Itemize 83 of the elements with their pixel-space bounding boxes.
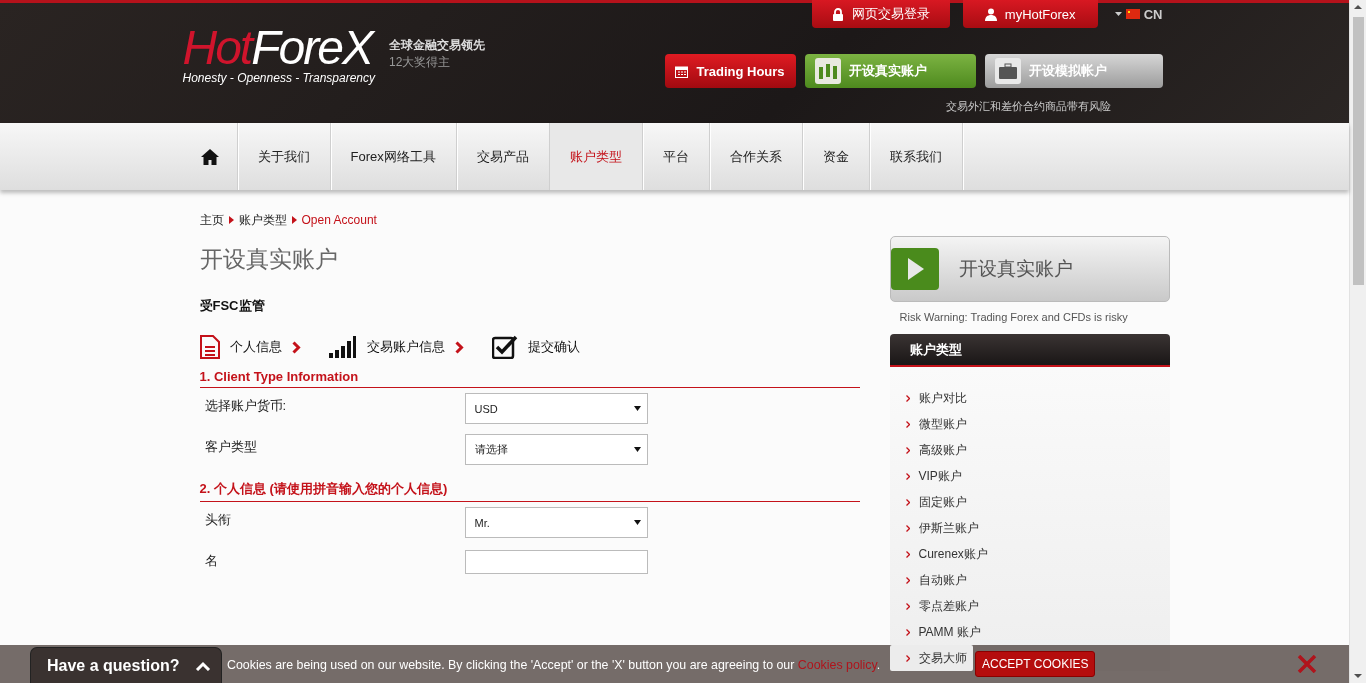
scrollbar-thumb[interactable] (1352, 17, 1364, 285)
field-label: 选择账户货币: (203, 396, 288, 415)
step-label: 提交确认 (527, 338, 580, 356)
field-label: 客户类型 (203, 437, 258, 456)
select-field[interactable]: USD (464, 393, 648, 424)
chevron-icon (905, 550, 910, 558)
nav-tab[interactable]: Forex网络工具 (330, 123, 457, 190)
user-icon (984, 7, 997, 21)
breadcrumb-current: Open Account (301, 213, 377, 227)
chevron-icon (905, 654, 910, 662)
chevron-icon (905, 524, 910, 532)
chevron-icon (905, 628, 910, 636)
lock-icon (831, 7, 844, 21)
breadcrumb-link[interactable]: 账户类型 (238, 211, 287, 229)
sidebar-item[interactable]: 零点差账户 (889, 593, 985, 619)
nav-tab[interactable]: 合作关系 (709, 123, 803, 190)
nav-tab[interactable]: 关于我们 (237, 123, 331, 190)
chevron-icon (905, 472, 910, 480)
nav-tab[interactable]: 平台 (642, 123, 710, 190)
logo-tagline: Honesty - Openness - Transparency (182, 71, 376, 85)
field-label: 头衔 (203, 510, 232, 529)
chevron-icon (905, 394, 910, 402)
nav-tab[interactable]: 资金 (802, 123, 870, 190)
sidebar-item[interactable]: VIP账户 (889, 463, 968, 489)
chevron-icon (905, 498, 910, 506)
risk-warning: Risk Warning: Trading Forex and CFDs is risky (898, 311, 1129, 323)
slogan: 全球金融交易领先 (389, 37, 486, 54)
nav-tab[interactable]: 联系我们 (869, 123, 963, 190)
arrow-icon (228, 216, 234, 224)
calendar-icon (675, 64, 689, 78)
page-title: 开设真实账户 (199, 245, 339, 274)
awards-text: 12大奖得主 (389, 54, 452, 71)
logo-wordmark[interactable]: HotForeX (182, 23, 376, 73)
dropdown-caret-icon (633, 406, 641, 411)
header-link-button[interactable]: myHotForex (962, 0, 1098, 28)
sidebar-item[interactable]: 固定账户 (889, 489, 973, 515)
header-link-button[interactable]: 网页交易登录 (811, 0, 950, 28)
field-label: 名 (203, 551, 219, 570)
open-account-button[interactable]: 开设真实账户 (889, 236, 1170, 302)
chevron-up-icon (195, 660, 211, 671)
chevron-icon (291, 340, 301, 354)
input-field[interactable] (464, 549, 648, 574)
nav-tab[interactable]: 交易产品 (456, 123, 550, 190)
section-heading: 1. Client Type Information (199, 369, 860, 388)
cookie-message: Cookies are being used on our website. By clicking the 'Accept' or the 'X' button you are agreeing to our Cookies policy. (227, 658, 881, 672)
document-icon (199, 335, 220, 359)
sidebar-item[interactable]: 账户对比 (889, 385, 973, 411)
language-label[interactable]: CN (1143, 6, 1163, 22)
dropdown-caret-icon (633, 447, 641, 452)
sidebar-item[interactable]: 高级账户 (889, 437, 973, 463)
sidebar-item[interactable]: 微型账户 (889, 411, 973, 437)
select-field[interactable]: Mr. (464, 507, 648, 538)
checkbox-icon (491, 335, 518, 359)
chevron-icon (905, 446, 910, 454)
sidebar-item[interactable]: Curenex账户 (889, 541, 994, 567)
candlestick-icon (814, 58, 841, 84)
sidebar-item[interactable]: 伊斯兰账户 (889, 515, 985, 541)
signal-bars-icon (328, 336, 357, 358)
action-button[interactable]: Trading Hours (664, 54, 796, 88)
dropdown-caret-icon (633, 520, 641, 525)
sidebar-item[interactable]: PAMM 账户 (889, 619, 987, 645)
chevron-icon (454, 340, 464, 354)
breadcrumb-link[interactable]: 主页 (199, 211, 224, 229)
step-label: 交易账户信息 (366, 338, 445, 356)
step-label: 个人信息 (229, 338, 282, 356)
briefcase-icon (994, 58, 1021, 84)
nav-tab[interactable]: 账户类型 (549, 123, 643, 190)
sidebar-item[interactable]: 自动账户 (889, 567, 973, 593)
chevron-icon (905, 602, 910, 610)
menu-title: 账户类型 (909, 340, 962, 359)
play-icon (890, 248, 939, 290)
flag-icon[interactable] (1125, 9, 1140, 19)
regulation-text: 受FSC监管 (199, 297, 266, 315)
arrow-icon (291, 216, 297, 224)
select-field[interactable]: 请选择 (464, 434, 648, 465)
chevron-icon (905, 420, 910, 428)
caret-icon[interactable] (1114, 12, 1122, 16)
risk-note: 交易外汇和差价合约商品带有风险 (945, 99, 1111, 114)
chevron-icon (905, 576, 910, 584)
home-icon (200, 148, 219, 165)
section-heading: 2. 个人信息 (请使用拼音输入您的个人信息) (199, 480, 860, 502)
question-button[interactable]: Have a question? (30, 647, 222, 683)
accept-cookies-button[interactable]: ACCEPT COOKIES (975, 651, 1096, 677)
